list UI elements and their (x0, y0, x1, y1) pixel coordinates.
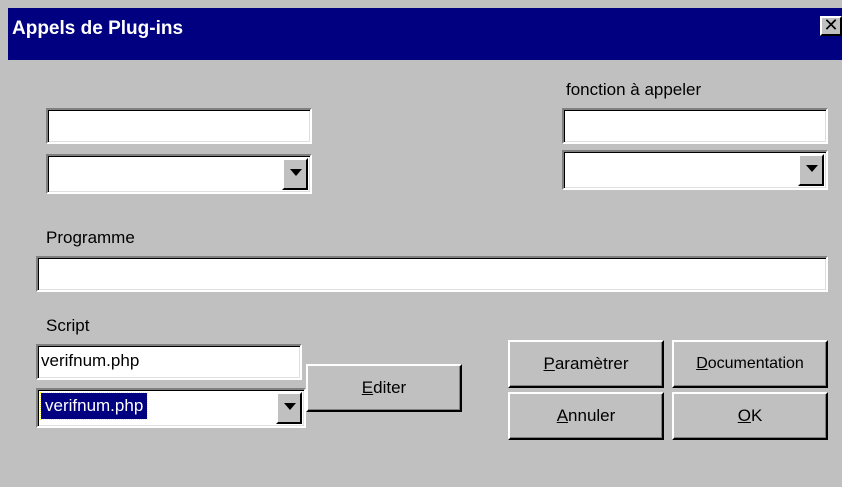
cancel-label: nnuler (568, 406, 616, 425)
documentation-mnemonic: D (696, 355, 708, 372)
edit-button[interactable]: Editer (306, 364, 462, 412)
chevron-down-icon[interactable] (282, 158, 308, 190)
chevron-down-icon[interactable] (276, 392, 302, 424)
script-dropdown-value: verifnum.php (39, 392, 149, 420)
close-button[interactable]: ✕ (820, 16, 842, 36)
edit-label: diter (373, 378, 407, 397)
close-icon: ✕ (823, 15, 839, 35)
ok-mnemonic: O (737, 406, 751, 425)
window-title: Appels de Plug-ins (12, 18, 184, 39)
documentation-label: ocumentation (707, 355, 804, 372)
script-field[interactable]: verifnum.php (36, 344, 302, 380)
edit-mnemonic: E (361, 378, 374, 397)
function-dropdown[interactable] (562, 150, 828, 190)
plugin-dropdown[interactable] (46, 154, 312, 194)
chevron-down-icon[interactable] (798, 154, 824, 186)
script-dropdown[interactable]: verifnum.php (36, 388, 306, 428)
parametrer-button[interactable]: Paramètrer (508, 340, 664, 388)
parametrer-mnemonic: P (543, 354, 555, 373)
function-label: fonction à appeler (566, 80, 702, 99)
parametrer-label: aramètrer (554, 354, 629, 373)
function-field[interactable] (562, 108, 828, 144)
cancel-button[interactable]: Annuler (508, 392, 664, 440)
dialog-body: fonction à appeler Programme Script veri… (8, 60, 842, 487)
plugin-dropdown-value (51, 159, 59, 185)
plugin-calls-dialog: Appels de Plug-ins ✕ fonction à appeler … (0, 0, 842, 487)
function-dropdown-value (567, 155, 575, 181)
program-label: Programme (46, 228, 135, 247)
script-label: Script (46, 316, 90, 335)
ok-label: K (750, 406, 763, 425)
title-bar[interactable]: Appels de Plug-ins ✕ (8, 8, 842, 60)
cancel-mnemonic: A (556, 406, 569, 425)
ok-button[interactable]: OK (672, 392, 828, 440)
program-field[interactable] (36, 256, 828, 292)
plugin-field[interactable] (46, 108, 312, 144)
documentation-button[interactable]: Documentation (672, 340, 828, 388)
